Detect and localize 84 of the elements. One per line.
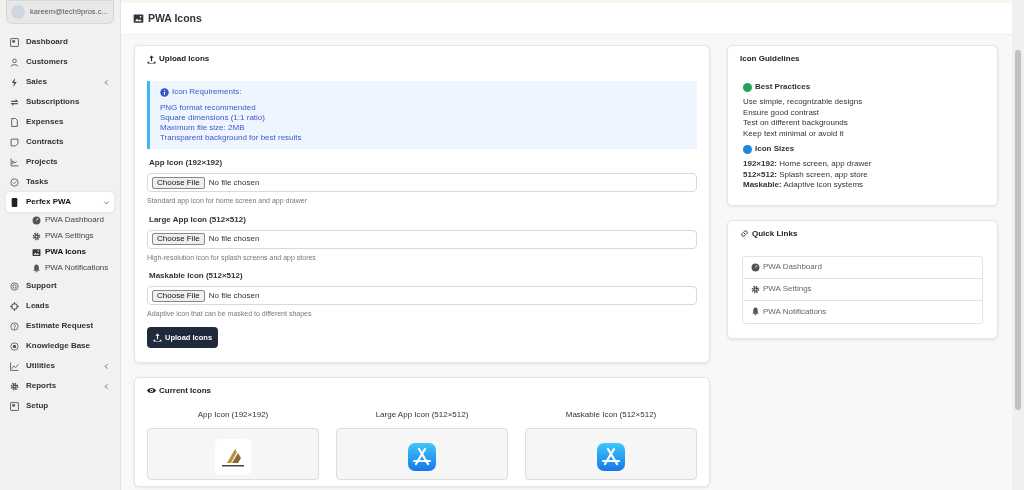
preview-label: Maskable Icon (512×512): [565, 408, 657, 421]
upload-icon: [153, 332, 162, 342]
sidebar-item[interactable]: Utilities: [6, 356, 114, 376]
sidebar-item[interactable]: Subscriptions: [6, 92, 114, 112]
card-title: Quick Links: [752, 227, 798, 240]
quick-link[interactable]: PWA Notifications: [743, 300, 982, 323]
avatar: [11, 5, 25, 19]
sidebar-item[interactable]: Projects: [6, 152, 114, 172]
field-label: Maskable Icon (512×512): [149, 270, 244, 282]
card-title: Current Icons: [159, 384, 211, 397]
radio-icon: [10, 341, 19, 351]
file-input[interactable]: Choose File No file chosen: [147, 229, 697, 249]
bolt-icon: [10, 77, 19, 87]
sidebar-item[interactable]: Customers: [6, 52, 114, 72]
section-title: Icon Sizes: [755, 143, 795, 155]
logo-image: [215, 438, 251, 475]
sidebar-item[interactable]: Tasks: [6, 172, 114, 192]
sidebar-item[interactable]: Reports: [6, 376, 114, 396]
sidebar-item[interactable]: Setup: [6, 396, 114, 416]
sidebar-item[interactable]: Leads: [6, 296, 114, 316]
scrollbar[interactable]: [1012, 0, 1024, 490]
guideline-text: Keep text minimal or avoid it: [743, 128, 845, 139]
guideline-text: 512×512: Splash screen, app store: [743, 169, 869, 180]
page-title: PWA Icons: [148, 10, 202, 26]
guideline-text: Test on different backgrounds: [743, 118, 849, 129]
sidebar-item[interactable]: Sales: [6, 72, 114, 92]
scrollbar-thumb[interactable]: [1015, 50, 1021, 410]
upload-icon: [147, 54, 156, 64]
gauge-icon: [751, 262, 760, 272]
chart-icon: [10, 157, 19, 167]
sidebar-item[interactable]: Estimate Request: [6, 316, 114, 336]
requirement-text: PNG format recommended: [160, 103, 257, 113]
preview-label: Large App Icon (512×512): [375, 408, 469, 421]
requirement-text: Maximum file size: 2MB: [160, 123, 246, 133]
dashboard-icon: [10, 37, 19, 47]
settings-icon: [32, 231, 41, 241]
sidebar-item[interactable]: Support: [6, 276, 114, 296]
sidebar-item[interactable]: Perfex PWA: [6, 192, 114, 212]
submenu-item[interactable]: PWA Settings: [6, 228, 114, 244]
preview-label: App Icon (192×192): [197, 408, 269, 421]
gauge-icon: [32, 215, 41, 225]
image-icon: [133, 13, 144, 24]
quick-link[interactable]: PWA Dashboard: [743, 256, 982, 279]
user-icon: [10, 57, 19, 67]
file-input[interactable]: Choose File No file chosen: [147, 173, 697, 192]
field-label: App Icon (192×192): [149, 157, 224, 169]
eye-icon: [147, 386, 156, 396]
submenu-item[interactable]: PWA Notifications: [6, 260, 114, 276]
help-icon: [10, 321, 19, 331]
guideline-text: 192×192: Home screen, app drawer: [743, 159, 873, 170]
note-icon: [10, 137, 19, 147]
sidebar-item[interactable]: Dashboard: [6, 32, 114, 52]
info-icon: [160, 87, 169, 97]
guideline-text: Maskable: Adaptive icon systems: [743, 180, 865, 191]
card-title: Upload Icons: [159, 53, 210, 65]
arrows-icon: [10, 97, 19, 107]
bell-icon: [32, 263, 41, 273]
document-icon: [10, 117, 19, 127]
requirement-text: Square dimensions (1:1 ratio): [160, 113, 266, 123]
submenu-item[interactable]: PWA Dashboard: [6, 212, 114, 228]
field-label: Large App Icon (512×512): [149, 213, 247, 226]
settings-icon: [751, 284, 760, 294]
card-title: Icon Guidelines: [740, 53, 800, 65]
line-chart-icon: [10, 361, 19, 371]
submenu-item[interactable]: PWA Icons: [6, 244, 114, 260]
dashboard-icon: [10, 401, 19, 411]
section-title: Best Practices: [755, 81, 811, 93]
crosshair-icon: [10, 301, 19, 311]
requirement-text: Transparent background for best results: [160, 133, 303, 143]
quick-link[interactable]: PWA Settings: [743, 278, 982, 301]
alert-title: Icon Requirements:: [172, 87, 242, 97]
guideline-text: Ensure good contrast: [743, 107, 821, 118]
link-icon: [740, 229, 749, 238]
image-icon: [32, 247, 41, 257]
settings-icon: [10, 381, 19, 391]
sidebar-item[interactable]: Knowledge Base: [6, 336, 114, 356]
lifebuoy-icon: [10, 281, 19, 291]
file-input[interactable]: Choose File No file chosen: [147, 286, 697, 305]
sidebar-item[interactable]: Contracts: [6, 132, 114, 152]
bell-icon: [751, 307, 760, 316]
sidebar-item[interactable]: Expenses: [6, 112, 114, 132]
guideline-text: Use simple, recognizable designs: [743, 97, 864, 108]
phone-icon: [10, 197, 19, 207]
check-circle-icon: [10, 177, 19, 187]
